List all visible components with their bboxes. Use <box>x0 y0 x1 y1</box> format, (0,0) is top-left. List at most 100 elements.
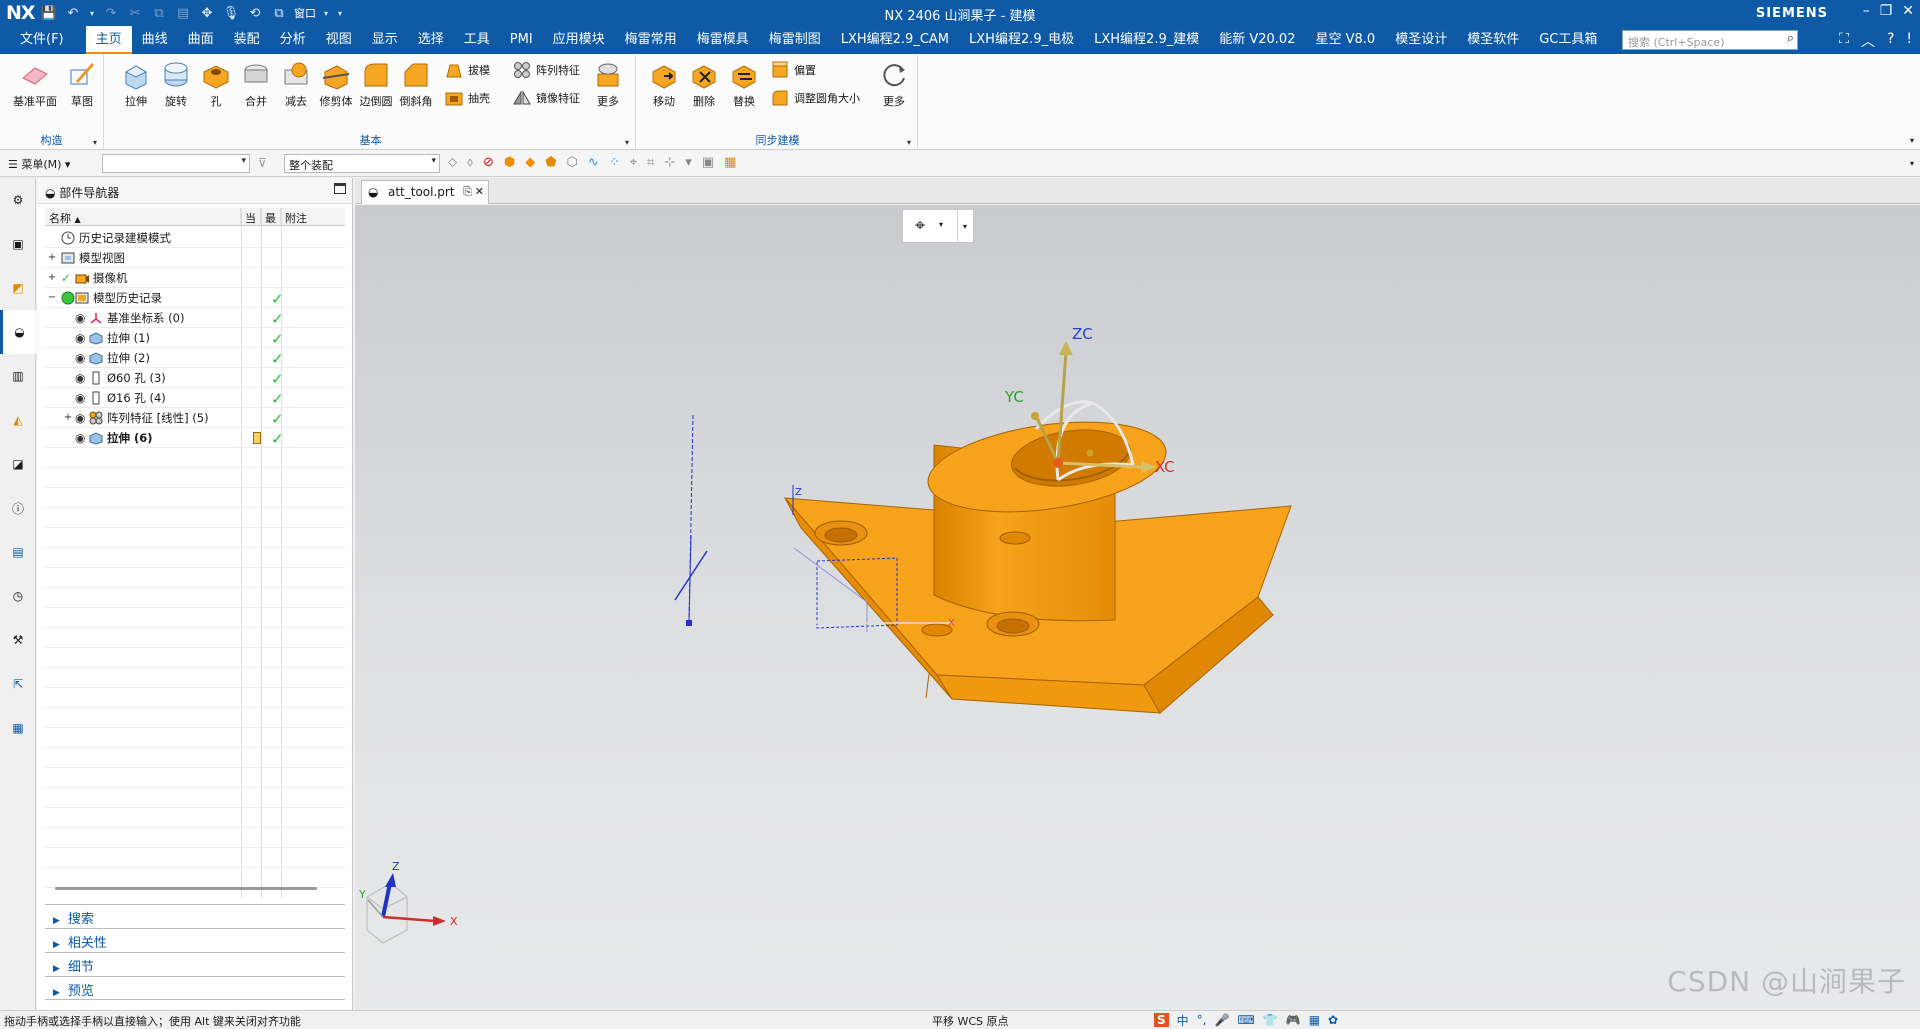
tab-gc-toolbox[interactable]: GC工具箱 <box>1529 26 1607 54</box>
delete-face-button[interactable]: 删除 <box>682 60 726 109</box>
tab-tools[interactable]: 工具 <box>454 26 500 54</box>
tab-lxh-modeling[interactable]: LXH编程2.9_建模 <box>1084 26 1209 54</box>
collapse-ribbon-icon[interactable]: ︿ <box>1861 31 1875 51</box>
no-selection-icon[interactable]: ⊘ <box>483 155 494 170</box>
constraint-navigator-icon[interactable]: ◩ <box>0 266 36 310</box>
offset-region-button[interactable]: 偏置 <box>770 60 816 80</box>
unite-button[interactable]: 合并 <box>234 60 278 109</box>
help-icon[interactable]: ? <box>1887 31 1894 51</box>
column-notes[interactable]: 附注 <box>281 208 341 225</box>
group-expand-icon[interactable]: ▾ <box>907 138 911 147</box>
panel-dependencies[interactable]: ▶ 相关性 <box>45 928 345 952</box>
search-icon[interactable]: ⌕ <box>1787 31 1794 46</box>
history-clock-icon[interactable]: ◷ <box>0 574 36 618</box>
close-tab-icon[interactable]: ✕ <box>475 185 484 198</box>
shell-button[interactable]: 抽壳 <box>444 88 490 108</box>
tab-lxh-electrode[interactable]: LXH编程2.9_电极 <box>959 26 1084 54</box>
graphics-window[interactable]: ⌖ ▾ ▾ Z X ZC YC XC Z Y X CSDN @山涧果子 <box>355 205 1920 1010</box>
tree-row-datum-csys[interactable]: ◉ 基准坐标系 (0) ✓ <box>45 308 345 328</box>
draft-button[interactable]: 拔模 <box>444 60 490 80</box>
ime-voice-icon[interactable]: 🎤 <box>1215 1013 1230 1027</box>
group-expand-icon[interactable]: ▾ <box>625 138 629 147</box>
snap-end-icon[interactable]: ⌗ <box>647 155 654 170</box>
assembly-navigator-icon[interactable]: ▣ <box>0 222 36 266</box>
column-name[interactable]: 名称 ▲ <box>45 208 241 225</box>
tab-lxh-cam[interactable]: LXH编程2.9_CAM <box>831 26 959 54</box>
tree-row-history-mode[interactable]: 历史记录建模模式 <box>45 228 345 248</box>
tab-applications[interactable]: 应用模块 <box>543 26 615 54</box>
body-select-icon[interactable]: ⬟ <box>545 155 556 170</box>
3d-model-view[interactable]: Z X ZC YC XC Z Y X <box>355 205 1920 1010</box>
tree-row-hole-4[interactable]: ◉ Ø16 孔 (4) ✓ <box>45 388 345 408</box>
mirror-feature-button[interactable]: 镜像特征 <box>512 88 580 108</box>
edge-select-icon[interactable]: ◆ <box>525 155 535 170</box>
snap-mid-icon[interactable]: ⊹ <box>664 155 675 170</box>
subtract-button[interactable]: 减去 <box>274 60 318 109</box>
select-all-icon[interactable]: ⬦ <box>448 155 457 170</box>
tab-xingkong[interactable]: 星空 V8.0 <box>1305 26 1385 54</box>
tree-row-model-views[interactable]: + 模型视图 <box>45 248 345 268</box>
tab-mosheng-design[interactable]: 模圣设计 <box>1385 26 1457 54</box>
tab-surface[interactable]: 曲面 <box>178 26 224 54</box>
visibility-eye-icon[interactable]: ◉ <box>75 428 85 448</box>
tree-row-extrude-1[interactable]: ◉ 拉伸 (1) ✓ <box>45 328 345 348</box>
tab-meilei-mold[interactable]: 梅雷模具 <box>687 26 759 54</box>
feature-select-icon[interactable]: ⬡ <box>567 155 578 170</box>
ime-keyboard-icon[interactable]: ⌨ <box>1237 1013 1254 1027</box>
tab-meilei-drafting[interactable]: 梅雷制图 <box>759 26 831 54</box>
filter-reset-icon[interactable]: ⊽ <box>258 156 267 170</box>
tab-mosheng-software[interactable]: 模圣软件 <box>1457 26 1529 54</box>
visibility-eye-icon[interactable]: ◉ <box>75 308 85 328</box>
ime-logo-icon[interactable]: S <box>1154 1013 1169 1027</box>
type-filter-dropdown[interactable]: ▾ <box>102 154 250 173</box>
ribbon-options-icon[interactable]: ▾ <box>1910 136 1914 145</box>
trim-body-button[interactable]: 修剪体 <box>314 60 358 109</box>
file-menu[interactable]: 文件(F) <box>0 26 86 54</box>
tab-home[interactable]: 主页 <box>85 26 132 54</box>
column-latest[interactable]: 最 <box>261 208 281 225</box>
maximize-icon[interactable] <box>334 183 346 194</box>
tab-nengxin[interactable]: 能新 V20.02 <box>1209 26 1305 54</box>
tree-row-model-history[interactable]: − 模型历史记录 ✓ <box>45 288 345 308</box>
close-icon[interactable]: ✕ <box>1902 3 1914 19</box>
alert-icon[interactable]: ! <box>1906 31 1912 51</box>
horizontal-scrollbar[interactable] <box>55 887 317 890</box>
view-triad[interactable]: Z Y X <box>358 860 458 944</box>
ime-skin-icon[interactable]: 👕 <box>1263 1013 1278 1027</box>
tree-row-extrude-2[interactable]: ◉ 拉伸 (2) ✓ <box>45 348 345 368</box>
column-current[interactable]: 当 <box>241 208 261 225</box>
group-expand-icon[interactable]: ▾ <box>93 138 97 147</box>
ime-punctuation-icon[interactable]: °, <box>1197 1013 1207 1027</box>
settings-icon[interactable]: ⚙ <box>0 178 36 222</box>
counterbore-hole[interactable] <box>814 520 868 546</box>
tree-row-pattern-5[interactable]: + ◉ 阵列特征 [线性] (5) ✓ <box>45 408 345 428</box>
selection-scope-dropdown[interactable]: 整个装配 ▾ <box>284 154 440 173</box>
tab-curve[interactable]: 曲线 <box>132 26 178 54</box>
toolbar-options-icon[interactable]: ▾ <box>1910 159 1914 168</box>
chamfer-button[interactable]: 倒斜角 <box>394 60 438 109</box>
expand-icon[interactable]: + <box>47 268 57 288</box>
web-browser-icon[interactable]: ◪ <box>0 442 36 486</box>
tab-display[interactable]: 显示 <box>362 26 408 54</box>
tree-row-hole-3[interactable]: ◉ Ø60 孔 (3) ✓ <box>45 368 345 388</box>
visibility-eye-icon[interactable]: ◉ <box>75 368 85 388</box>
sync-more-button[interactable]: 更多 <box>872 60 916 109</box>
counterbore-hole[interactable] <box>986 611 1040 637</box>
snap-dropdown-icon[interactable]: ▾ <box>685 155 692 170</box>
panel-details[interactable]: ▶ 细节 <box>45 952 345 976</box>
visibility-eye-icon[interactable]: ◉ <box>75 388 85 408</box>
datum-plane-button[interactable]: 基准平面 <box>10 60 60 109</box>
move-face-button[interactable]: 移动 <box>642 60 686 109</box>
replace-face-button[interactable]: 替换 <box>722 60 766 109</box>
panel-preview[interactable]: ▶ 预览 <box>45 976 345 1000</box>
expand-icon[interactable]: + <box>47 248 57 268</box>
command-search-input[interactable]: 搜索 (Ctrl+Space) ⌕ <box>1622 30 1798 50</box>
revolve-button[interactable]: 旋转 <box>154 60 198 109</box>
tab-select[interactable]: 选择 <box>408 26 454 54</box>
resize-blend-button[interactable]: 调整圆角大小 <box>770 88 860 108</box>
visibility-eye-icon[interactable]: ◉ <box>75 408 85 428</box>
hd3d-tools-icon[interactable]: ◭ <box>0 398 36 442</box>
tree-row-cameras[interactable]: + ✓ 摄像机 <box>45 268 345 288</box>
palette-icon[interactable]: ▤ <box>0 530 36 574</box>
tab-analysis[interactable]: 分析 <box>270 26 316 54</box>
